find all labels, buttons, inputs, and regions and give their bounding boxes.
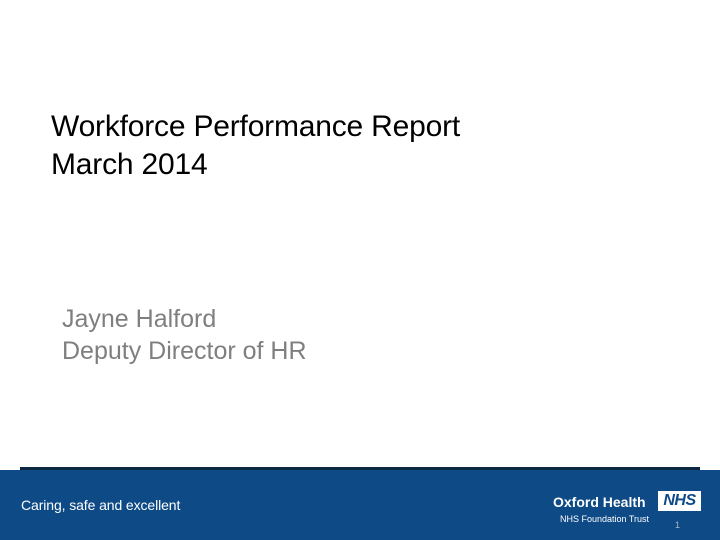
slide-title: Workforce Performance Report March 2014: [51, 108, 671, 184]
title-line-2: March 2014: [51, 148, 208, 181]
org-name: Oxford Health: [553, 494, 646, 510]
slide-number: 1: [674, 520, 680, 530]
nhs-logo-text: NHS: [663, 492, 696, 509]
org-subtitle: NHS Foundation Trust: [560, 514, 650, 524]
presenter-name: Jayne Halford: [62, 305, 217, 333]
presenter-role: Deputy Director of HR: [62, 337, 307, 365]
footer-tagline: Caring, safe and excellent: [21, 497, 181, 513]
slide-subtitle: Jayne Halford Deputy Director of HR: [62, 303, 622, 367]
slide: Workforce Performance Report March 2014 …: [0, 0, 720, 540]
nhs-logo-icon: NHS: [658, 491, 701, 511]
title-line-1: Workforce Performance Report: [51, 110, 460, 143]
